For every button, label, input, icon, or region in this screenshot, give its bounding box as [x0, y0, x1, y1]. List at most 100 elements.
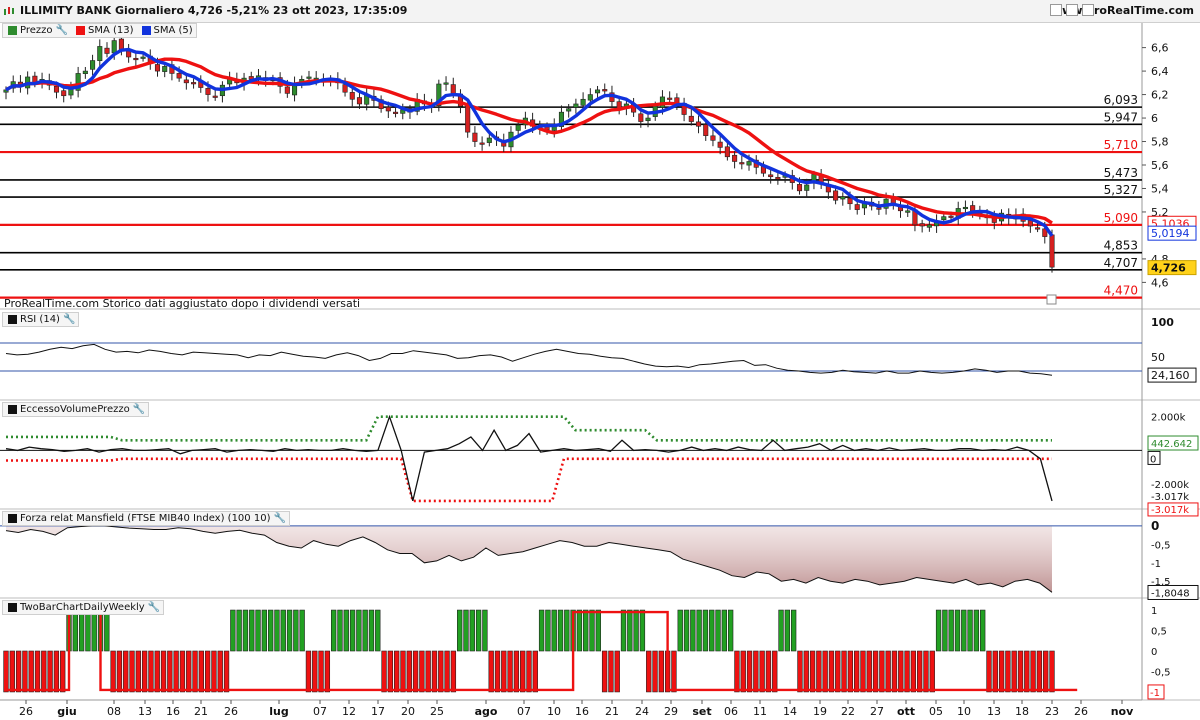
twobar-bar [646, 650, 652, 693]
volume-upper-band [6, 415, 1052, 442]
settings-wrench-icon[interactable]: 🔧 [56, 25, 68, 36]
twobar-legend[interactable]: TwoBarChartDailyWeekly 🔧 [2, 600, 165, 615]
volume-legend[interactable]: EccessoVolumePrezzo 🔧 [2, 402, 150, 417]
twobar-bar [1005, 650, 1011, 693]
twobar-bar [715, 609, 721, 652]
mansfield-y-tick-label: -0,5 [1151, 540, 1171, 551]
candle-body [443, 82, 449, 85]
price-y-tick-label: 4,6 [1151, 276, 1169, 289]
candle-body [118, 38, 124, 51]
minimize-icon[interactable] [1050, 4, 1062, 16]
twobar-bar [658, 650, 664, 693]
price-level-label: 5,947 [1104, 110, 1138, 124]
twobar-bar [986, 650, 992, 693]
mansfield-legend[interactable]: Forza relat Mansfield (FTSE MIB40 Index)… [2, 511, 290, 526]
candle-body [140, 56, 146, 59]
settings-wrench-icon[interactable]: 🔧 [148, 602, 160, 613]
twobar-bar [154, 650, 160, 693]
rsi-legend[interactable]: RSI (14) 🔧 [2, 312, 80, 327]
price-legend[interactable]: Prezzo 🔧 SMA (13) SMA (5) [2, 23, 197, 38]
twobar-bar [501, 650, 507, 693]
twobar-bar [1043, 650, 1049, 693]
x-tick-label: 29 [664, 705, 678, 718]
x-tick-label: lug [269, 705, 288, 718]
x-tick-label: 19 [813, 705, 827, 718]
twobar-bar [942, 609, 948, 652]
sma13-swatch [75, 26, 85, 35]
twobar-bar [980, 609, 986, 652]
twobar-bar [740, 650, 746, 693]
candle-body [486, 137, 492, 143]
twobar-bar [917, 650, 923, 693]
candle-body [948, 215, 954, 218]
chart-header: ILLIMITY BANK Giornaliero 4,726 -5,21% 2… [0, 0, 1200, 23]
mansfield-y-tick-label: 0 [1151, 519, 1159, 533]
twobar-bar [583, 609, 589, 652]
settings-wrench-icon[interactable]: 🔧 [273, 513, 285, 524]
twobar-bar [790, 609, 797, 652]
twobar-bar [148, 650, 154, 693]
settings-wrench-icon[interactable]: 🔧 [133, 404, 145, 415]
price-swatch [8, 26, 17, 35]
candle-body [1049, 234, 1055, 268]
twobar-bar [545, 609, 551, 652]
close-icon[interactable] [1082, 4, 1094, 16]
twobar-bar [78, 609, 85, 652]
last-price-badge: 4,726 [1151, 262, 1186, 275]
x-tick-label: 22 [841, 705, 855, 718]
candle-body [154, 64, 161, 72]
candle-body [104, 47, 110, 54]
sma5-last-badge: 5,0194 [1151, 227, 1190, 240]
twobar-bar [186, 650, 192, 693]
twobar-bar [923, 650, 929, 693]
twobar-bar [305, 650, 312, 693]
candle-body [962, 206, 968, 210]
candle-body [349, 92, 355, 100]
mansfield-last-badge: -1,8048 [1151, 588, 1190, 599]
price-level-label: 4,470 [1104, 284, 1138, 298]
rsi-y-tick-label: 100 [1151, 316, 1174, 329]
settings-wrench-icon[interactable]: 🔧 [63, 314, 75, 325]
twobar-bar [375, 609, 381, 652]
twobar-bar [746, 650, 753, 693]
twobar-bar [576, 609, 583, 652]
candle-body [573, 103, 579, 108]
x-tick-label: ago [475, 705, 498, 718]
x-tick-label: 18 [1015, 705, 1029, 718]
candle-body [356, 97, 363, 105]
candle-body [804, 184, 810, 191]
twobar-bar [683, 609, 690, 652]
twobar-bar [267, 609, 274, 652]
twobar-bar [992, 650, 998, 693]
candle-body [82, 70, 88, 74]
twobar-bar [973, 609, 980, 652]
twobar-swatch [8, 603, 17, 612]
x-tick-label: giu [57, 705, 76, 718]
twobar-bar [324, 650, 331, 693]
twobar-bar [879, 650, 885, 693]
twobar-bar [47, 650, 53, 693]
twobar-bar [709, 609, 715, 652]
twobar-bar [753, 650, 759, 693]
candle-body [97, 46, 103, 62]
twobar-bar [601, 650, 608, 693]
price-y-tick-label: 5,4 [1151, 182, 1169, 195]
candle-body [970, 205, 976, 212]
twobar-bar [400, 650, 406, 693]
twobar-bar [935, 609, 942, 652]
price-level-label: 4,707 [1104, 256, 1138, 270]
sma5-swatch [141, 26, 151, 35]
candle-body [941, 216, 947, 221]
twobar-bar [60, 650, 66, 693]
sma13-legend-label: SMA (13) [87, 25, 134, 36]
twobar-bar [816, 650, 822, 693]
price-y-tick-label: 5,6 [1151, 159, 1169, 172]
price-y-tick-label: 6,6 [1151, 42, 1169, 55]
chart-type-icon[interactable] [3, 5, 15, 17]
maximize-icon[interactable] [1066, 4, 1078, 16]
candle-body [183, 79, 189, 84]
price-level-label: 4,853 [1104, 239, 1138, 253]
twobar-bar [173, 650, 179, 693]
x-tick-label: nov [1111, 705, 1134, 718]
rsi-swatch [8, 315, 17, 324]
